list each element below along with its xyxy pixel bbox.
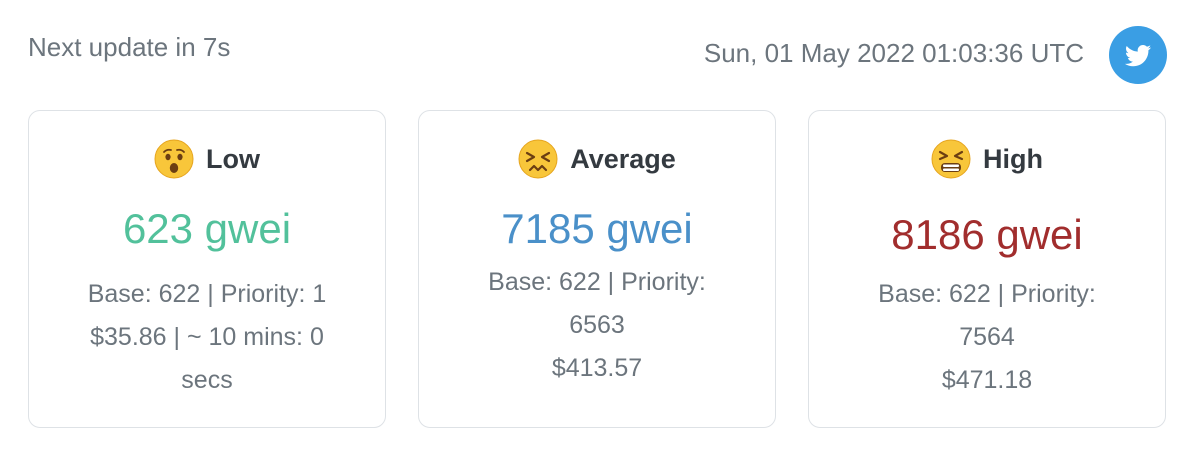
card-label: Average (570, 143, 676, 174)
priority-value-text: 6563 (569, 311, 625, 339)
gas-price: 8186 gwei (891, 211, 1083, 258)
card-title: Low (29, 139, 385, 179)
fee-details: Base: 622 | Priority: 1 $35.86 | ~ 10 mi… (49, 273, 365, 402)
priority-value-text: 7564 (959, 323, 1015, 351)
gas-price: 7185 gwei (501, 205, 693, 252)
base-priority-text: Base: 622 | Priority: (878, 280, 1096, 308)
next-update-text: Next update in 7s (28, 32, 231, 62)
cost-text: $471.18 (941, 366, 1033, 394)
card-title: Average (419, 139, 775, 179)
twitter-bird-icon (1124, 45, 1152, 67)
confounded-face-icon (518, 139, 558, 179)
average-fee-card: Average 7185 gwei Base: 622 | Priority: … (418, 110, 776, 428)
card-label: High (983, 143, 1043, 174)
base-priority-text: Base: 622 | Priority: 1 (87, 280, 327, 308)
tired-face-icon (931, 139, 971, 179)
high-fee-card: High 8186 gwei Base: 622 | Priority: 756… (808, 110, 1166, 428)
cost-time-text: $35.86 | ~ 10 mins: 0 (90, 323, 324, 351)
base-priority-text: Base: 622 | Priority: (488, 268, 706, 296)
timestamp-text: Sun, 01 May 2022 01:03:36 UTC (703, 38, 1084, 68)
top-bar: Next update in 7s Sun, 01 May 2022 01:03… (0, 0, 1200, 100)
fee-details: Base: 622 | Priority: 6563 $413.57 (439, 261, 755, 390)
cost-text: $413.57 (551, 354, 643, 382)
card-title: High (809, 139, 1165, 179)
card-label: Low (206, 143, 260, 174)
fee-details: Base: 622 | Priority: 7564 $471.18 (829, 273, 1145, 402)
low-fee-card: Low 623 gwei Base: 622 | Priority: 1 $35… (28, 110, 386, 428)
surprised-face-icon (154, 139, 194, 179)
gas-price: 623 gwei (122, 205, 292, 252)
time-unit-text: secs (181, 366, 233, 394)
twitter-share-button[interactable] (1109, 26, 1167, 84)
